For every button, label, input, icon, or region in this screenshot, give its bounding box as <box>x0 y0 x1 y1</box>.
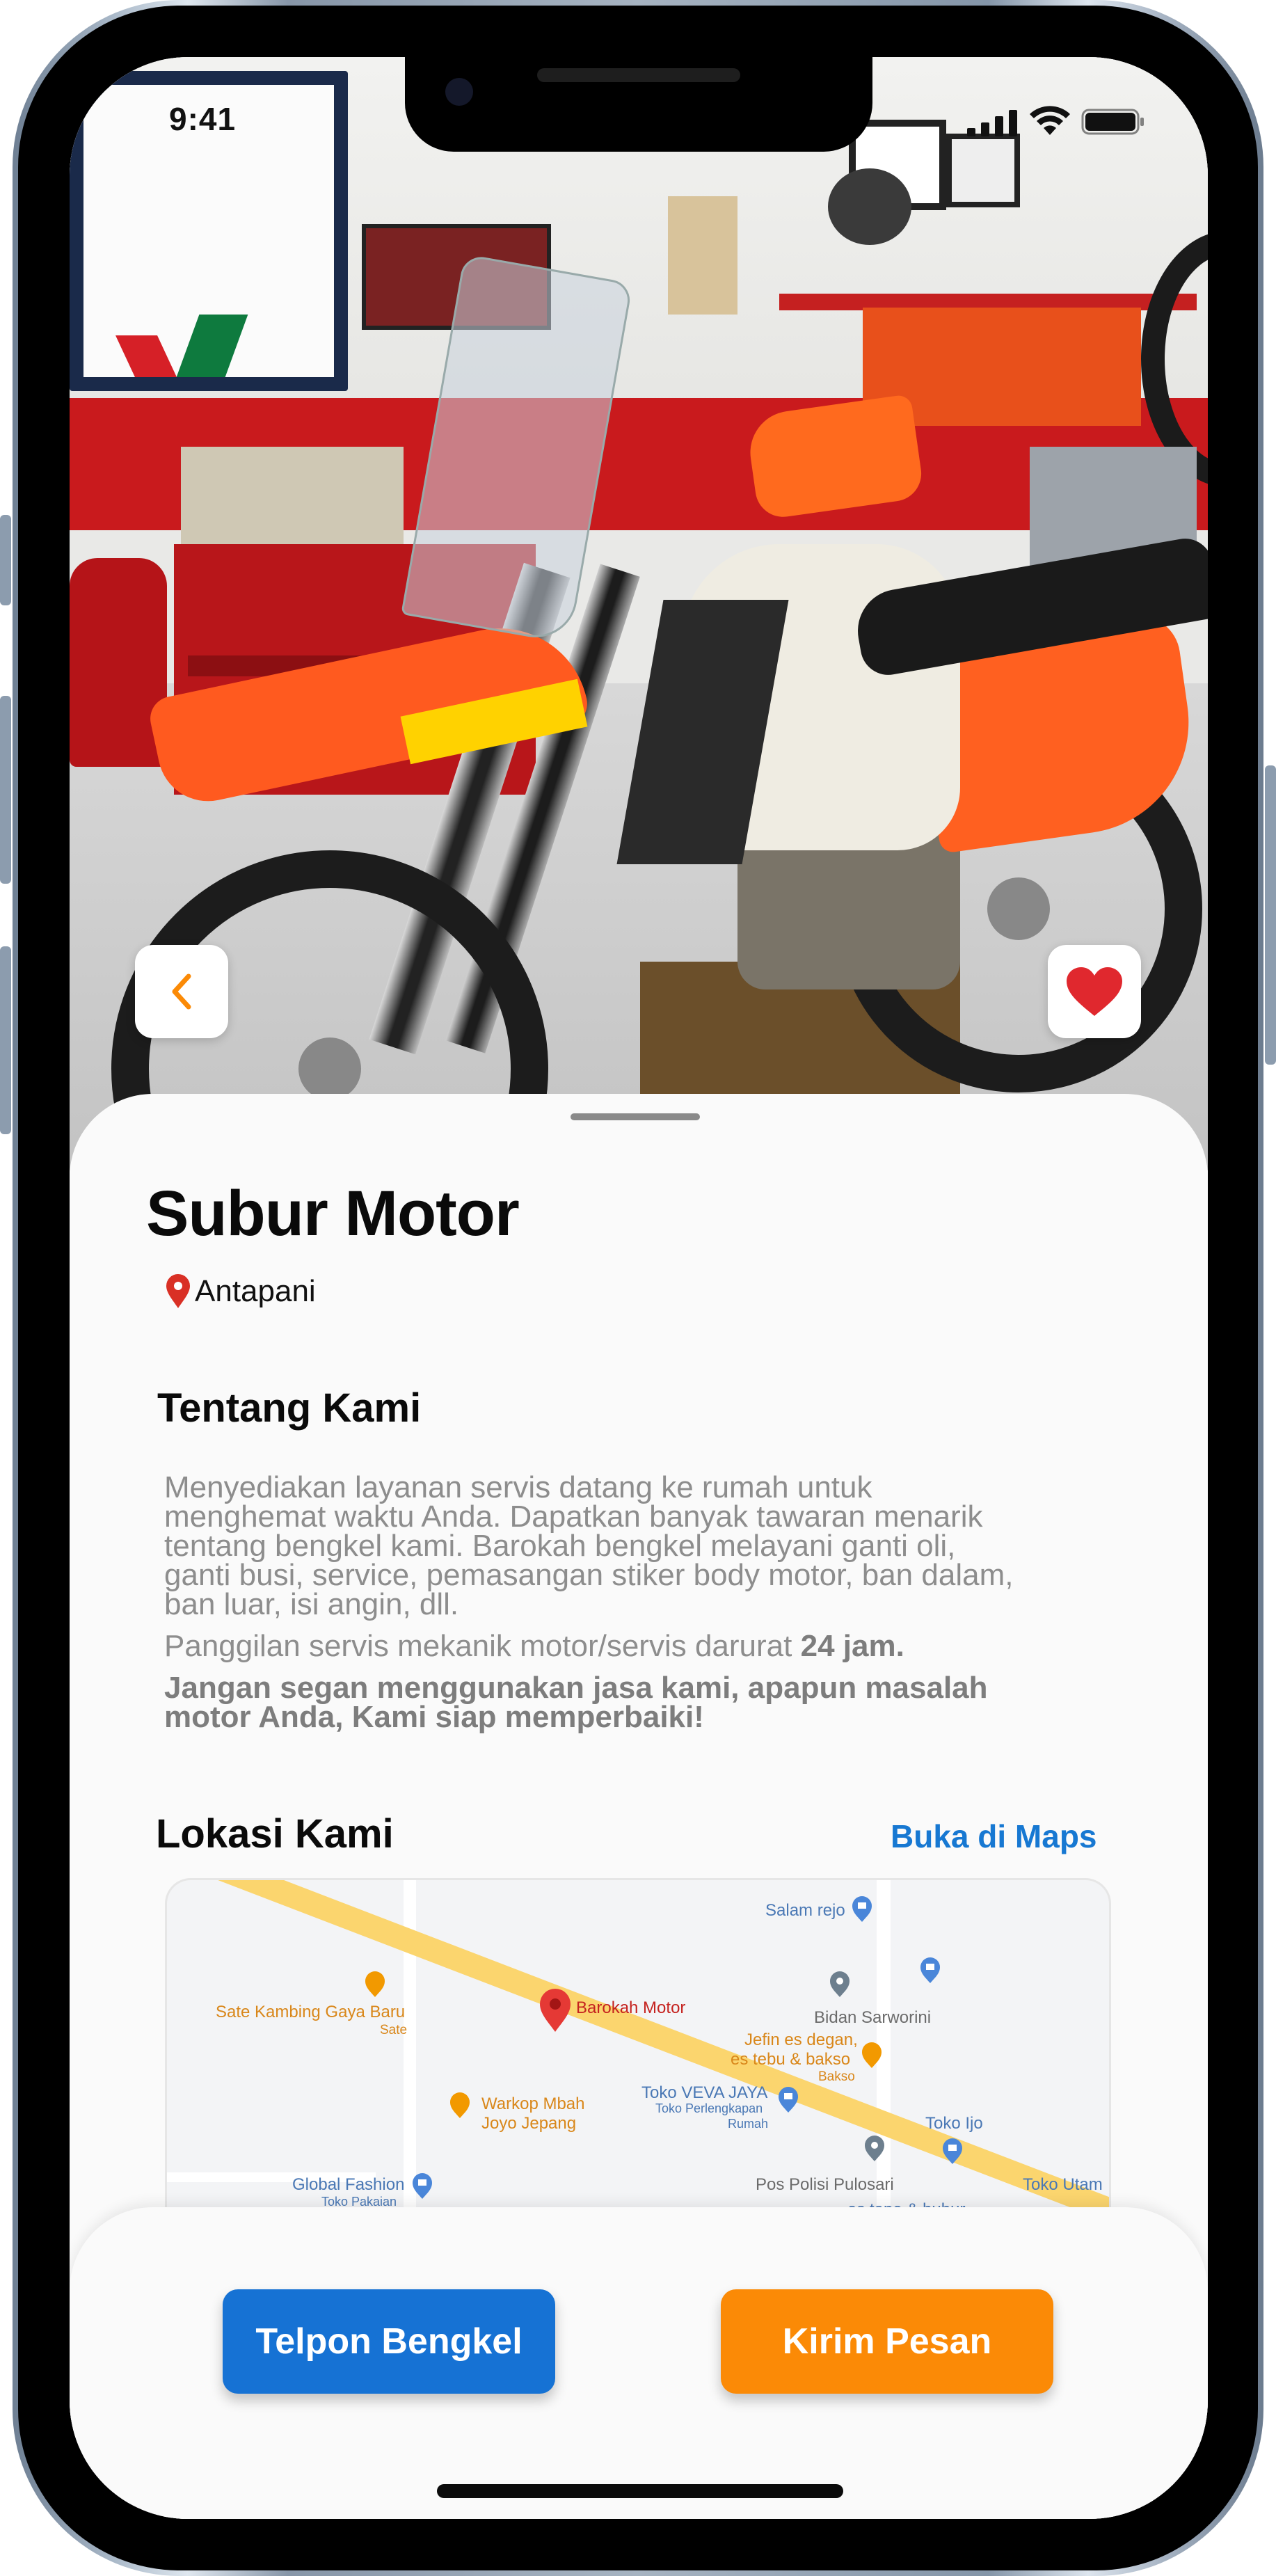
photo-board <box>668 196 737 315</box>
map-label-global: Global Fashion <box>292 2175 405 2194</box>
map-place-pin-blue <box>943 2138 962 2164</box>
map-label-polisi: Pos Polisi Pulosari <box>756 2175 894 2194</box>
map-place-pin-gray <box>865 2136 884 2161</box>
map-place-pin-blue <box>920 1957 940 1983</box>
heart-icon <box>1067 967 1122 1016</box>
photo-red-compressor <box>70 558 167 767</box>
battery-icon <box>1081 109 1144 135</box>
map-label-bakso: Bakso <box>818 2069 855 2084</box>
about-paragraph-2: Panggilan servis mekanik motor/servis da… <box>164 1629 1027 1663</box>
side-button-volume-down <box>0 946 11 1134</box>
map-place-pin-orange <box>862 2042 882 2068</box>
map-place-pin-blue <box>852 1896 872 1922</box>
status-time: 9:41 <box>169 101 237 137</box>
map-place-pin-blue <box>413 2173 432 2199</box>
map-place-pin-orange <box>365 1971 385 1997</box>
call-workshop-button[interactable]: Telpon Bengkel <box>223 2289 555 2394</box>
barokah-pin-icon <box>540 1989 571 2032</box>
about-paragraph-2-bold: 24 jam. <box>800 1629 904 1663</box>
map-place-pin-orange <box>450 2092 470 2118</box>
chevron-left-icon <box>172 973 191 1010</box>
map-place-pin-gray <box>830 1971 850 1997</box>
signal-icon <box>967 110 1017 136</box>
shop-location: Antapani <box>164 1273 316 1310</box>
about-paragraph-1: Menyediakan layanan servis datang ke rum… <box>164 1470 1014 1621</box>
hero-photo <box>70 57 1208 1170</box>
map-label-jefin: Jefin es degan, <box>744 2030 858 2049</box>
send-message-button[interactable]: Kirim Pesan <box>721 2289 1053 2394</box>
notch <box>405 57 872 152</box>
map-label-veva-sub-2: Rumah <box>728 2117 769 2131</box>
map-pin-icon <box>166 1274 190 1308</box>
photo-mirror <box>828 168 911 245</box>
about-paragraph-3: Jangan segan menggunakan jasa kami, apap… <box>164 1671 1027 1734</box>
map-label-toko-utam: Toko Utam <box>1023 2175 1103 2194</box>
map-label-warkop: Warkop Mbah <box>481 2094 585 2113</box>
about-paragraph-2-text: Panggilan servis mekanik motor/servis da… <box>164 1629 801 1663</box>
wifi-icon <box>1030 106 1070 135</box>
about-paragraph-3-bold: Jangan segan menggunakan jasa kami, apap… <box>164 1671 988 1734</box>
home-indicator[interactable] <box>437 2484 843 2498</box>
map-label-bidan: Bidan Sarworini <box>814 2008 932 2027</box>
map-place-pin-blue <box>779 2087 798 2113</box>
location-heading: Lokasi Kami <box>156 1811 394 1857</box>
map-label-veva: Toko VEVA JAYA <box>641 2083 768 2102</box>
about-text: Menyediakan layanan servis datang ke rum… <box>164 1470 1027 1744</box>
map-label-warkop-2: Joyo Jepang <box>481 2114 577 2133</box>
map-label-barokah: Barokah Motor <box>576 1998 686 2017</box>
map-label-jefin-2: es tebu & bakso <box>731 2050 851 2069</box>
map-label-sate: Sate <box>380 2023 408 2037</box>
open-maps-link[interactable]: Buka di Maps <box>891 1818 1097 1855</box>
sheet-grabber[interactable] <box>571 1113 700 1120</box>
map-label-toko-ijo: Toko Ijo <box>925 2114 983 2133</box>
location-map[interactable]: Salam rejo Sate Kambing Gaya Baru Sate B… <box>167 1880 1109 2228</box>
side-button-volume-up <box>0 696 11 884</box>
back-button[interactable] <box>135 945 228 1038</box>
side-button-action <box>0 515 11 605</box>
map-label-veva-sub: Toko Perlengkapan <box>655 2101 763 2115</box>
favorite-button[interactable] <box>1048 945 1141 1038</box>
app-screen: 9:41 Subur Motor Antapani Tentang Kami M… <box>70 57 1208 2519</box>
map-label-sate-kambing: Sate Kambing Gaya Baru <box>216 2003 406 2021</box>
shop-name: Subur Motor <box>146 1178 520 1249</box>
status-icons <box>967 106 1145 136</box>
map-label-salam-rejo: Salam rejo <box>765 1901 845 1920</box>
location-label: Antapani <box>195 1274 316 1308</box>
about-heading: Tentang Kami <box>157 1385 422 1431</box>
side-button-power <box>1265 765 1276 1065</box>
